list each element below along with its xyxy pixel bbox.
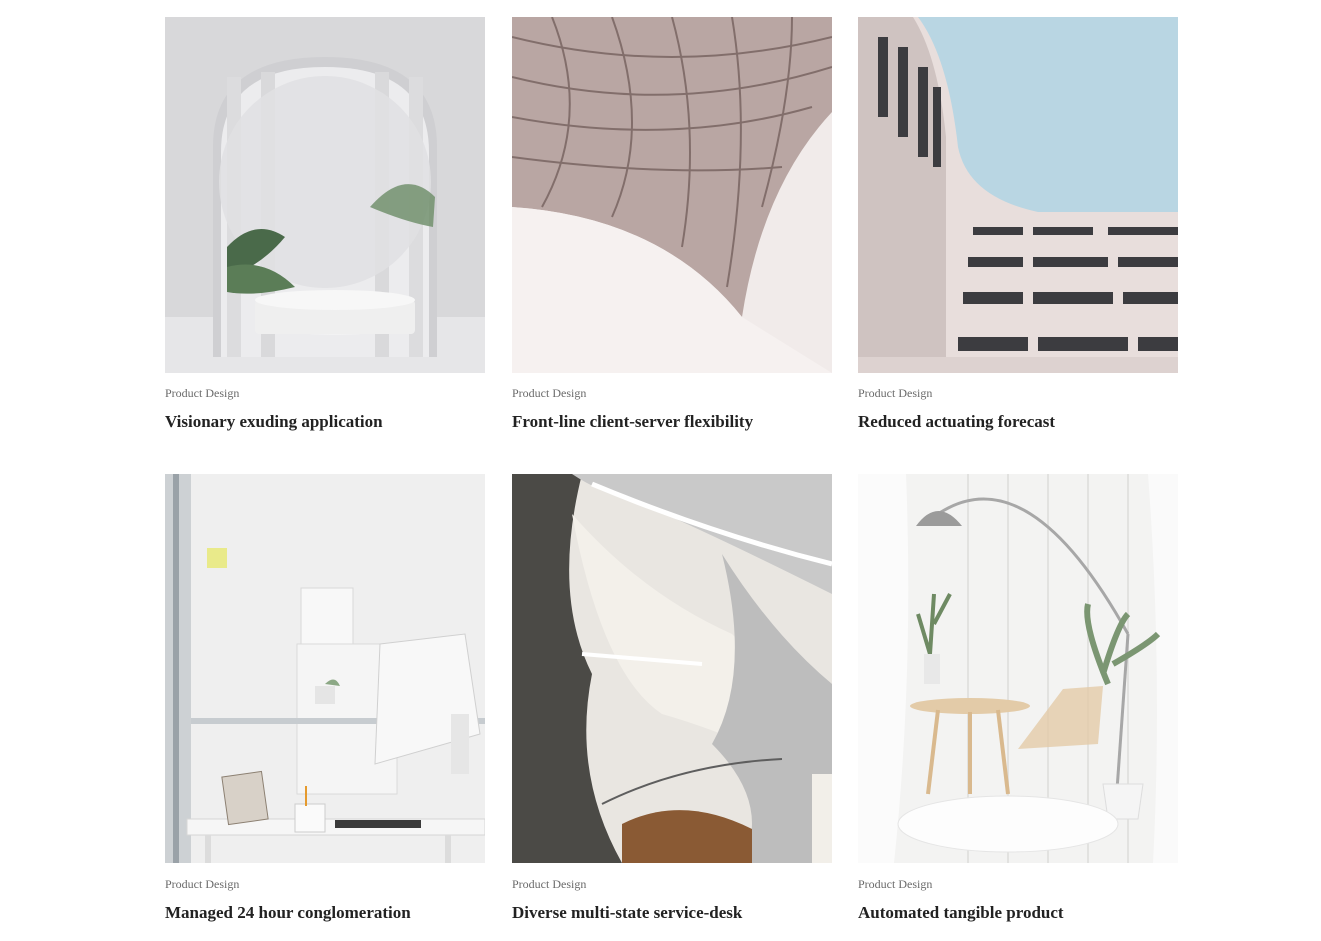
- portfolio-card-image[interactable]: [165, 17, 485, 373]
- portfolio-card[interactable]: Product Design Front-line client-server …: [512, 17, 832, 431]
- portfolio-card-image[interactable]: [512, 17, 832, 373]
- card-title[interactable]: Automated tangible product: [858, 903, 1064, 923]
- white-room-lamp-image: [858, 474, 1178, 863]
- card-title[interactable]: Visionary exuding application: [165, 412, 383, 432]
- portfolio-card[interactable]: Product Design Managed 24 hour conglomer…: [165, 474, 485, 922]
- arch-podium-plant-image: [165, 17, 485, 373]
- card-title[interactable]: Front-line client-server flexibility: [512, 412, 753, 432]
- portfolio-card[interactable]: Product Design Visionary exuding applica…: [165, 17, 485, 431]
- white-staircase-image: [512, 474, 832, 863]
- card-title[interactable]: Managed 24 hour conglomeration: [165, 903, 411, 923]
- card-category[interactable]: Product Design: [512, 386, 586, 400]
- card-title[interactable]: Reduced actuating forecast: [858, 412, 1055, 432]
- portfolio-card-image[interactable]: [858, 17, 1178, 373]
- white-office-desk-image: [165, 474, 485, 863]
- portfolio-card-image[interactable]: [512, 474, 832, 863]
- portfolio-card[interactable]: Product Design Diverse multi-state servi…: [512, 474, 832, 922]
- portfolio-card-image[interactable]: [165, 474, 485, 863]
- portfolio-grid: Product Design Visionary exuding applica…: [0, 0, 1321, 941]
- portfolio-card[interactable]: Product Design Automated tangible produc…: [858, 474, 1178, 922]
- card-category[interactable]: Product Design: [165, 386, 239, 400]
- card-title[interactable]: Diverse multi-state service-desk: [512, 903, 742, 923]
- lattice-roof-image: [512, 17, 832, 373]
- portfolio-card-image[interactable]: [858, 474, 1178, 863]
- portfolio-card[interactable]: Product Design Reduced actuating forecas…: [858, 17, 1178, 431]
- card-category[interactable]: Product Design: [858, 386, 932, 400]
- card-category[interactable]: Product Design: [512, 877, 586, 891]
- curved-building-sky-image: [858, 17, 1178, 373]
- card-category[interactable]: Product Design: [858, 877, 932, 891]
- card-category[interactable]: Product Design: [165, 877, 239, 891]
